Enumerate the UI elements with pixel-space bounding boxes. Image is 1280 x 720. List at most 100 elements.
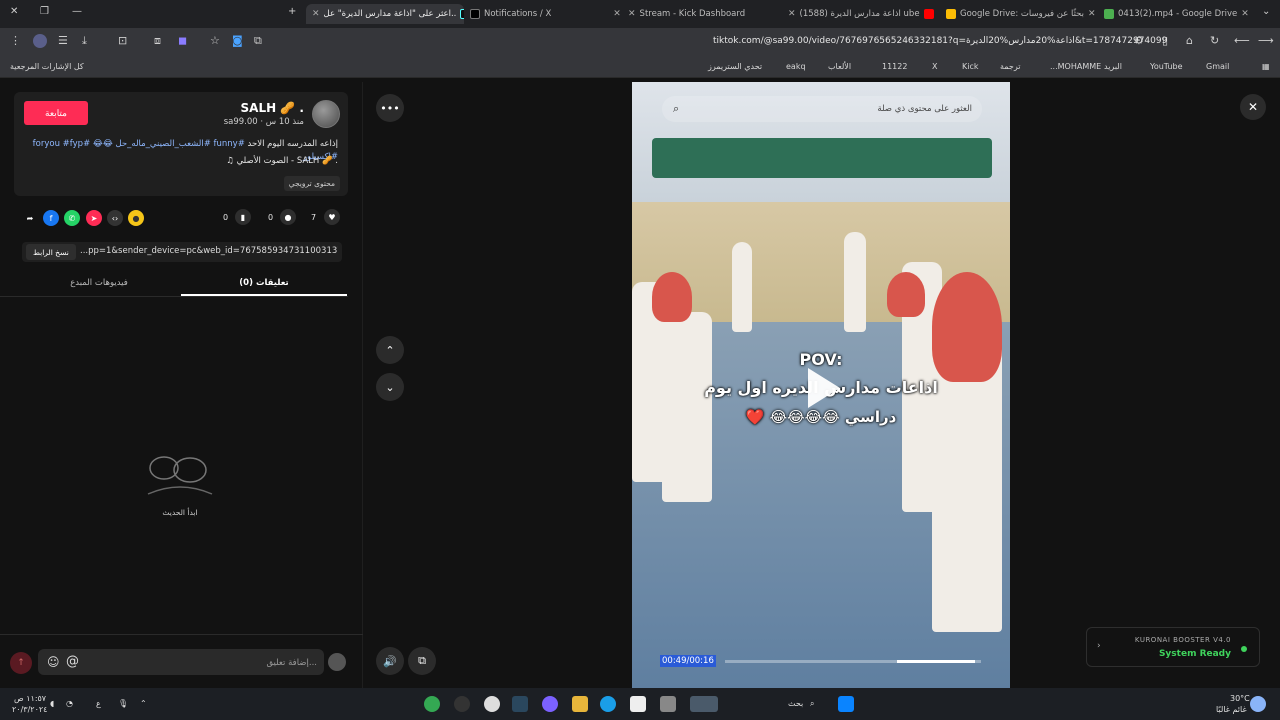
follow-button[interactable]: متابعة (24, 101, 88, 125)
creator-username[interactable]: SALH 🥜 . (241, 101, 304, 115)
forward-icon[interactable]: ⟵ (1234, 35, 1250, 47)
bookmark-gmail[interactable]: Gmail (1206, 62, 1229, 71)
puzzle-extension-icon[interactable]: ⧈ (154, 35, 161, 47)
discord-extension-icon[interactable]: ◼ (178, 35, 187, 47)
window-restore-icon[interactable]: ❐ (40, 6, 49, 17)
tray-chevron-icon[interactable]: ⌃ (140, 699, 147, 708)
emoji-icon[interactable]: ☺ (47, 655, 60, 669)
edge-icon[interactable] (600, 696, 616, 712)
previous-video-button[interactable]: ⌃ (376, 336, 404, 364)
weather-icon[interactable] (1250, 696, 1266, 712)
bookmark-games[interactable]: الألعاب (828, 62, 851, 71)
facebook-icon[interactable]: f (43, 210, 59, 226)
like-icon[interactable]: ♥ (324, 209, 340, 225)
bookmark-eakq[interactable]: eakq (786, 62, 806, 71)
bookmark-youtube[interactable]: YouTube (1150, 62, 1183, 71)
tab-google-drive-video[interactable]: 0413(2).mp4 - Google Drive ✕ (1104, 4, 1254, 24)
search-icon[interactable]: ⌕ (673, 102, 679, 116)
close-tab-icon[interactable]: ✕ (613, 9, 620, 19)
tab-youtube[interactable]: ✕ (1588) اذاعة مدارس الديرة ube (788, 4, 938, 24)
app-icon[interactable] (454, 696, 470, 712)
taskbar-search[interactable]: بحث (788, 699, 803, 708)
whatsapp-icon[interactable]: ✆ (64, 210, 80, 226)
share-link-text[interactable]: ...pp=1&sender_device=pc&web_id=76758593… (80, 246, 338, 256)
close-icon[interactable]: ✕ (1240, 94, 1266, 120)
profile-avatar[interactable] (33, 34, 47, 48)
booster-name: KURONAI BOOSTER V4.0 (1134, 636, 1231, 644)
share-coin-icon[interactable]: ● (128, 210, 144, 226)
tab-search-icon[interactable]: ⌄ (1262, 6, 1270, 17)
speaker-icon[interactable]: ◖ (50, 699, 54, 708)
chevron-right-icon[interactable]: › (1097, 641, 1101, 651)
share-arrow-icon[interactable]: ➦ (22, 210, 38, 226)
discord-icon[interactable] (542, 696, 558, 712)
bookmark-icon[interactable]: ▮ (235, 209, 251, 225)
microphone-icon[interactable]: 🎙 (118, 699, 128, 708)
play-icon[interactable] (808, 368, 840, 408)
more-options-icon[interactable]: ••• (376, 94, 404, 122)
bookmark-11122[interactable]: 11122 (882, 62, 907, 71)
language-indicator[interactable]: ع (96, 699, 101, 708)
wifi-icon[interactable]: ◔ (66, 699, 73, 708)
obs-icon[interactable] (484, 696, 500, 712)
volume-icon[interactable]: 🔊 (376, 647, 404, 675)
settings-sliders-icon[interactable]: ☰ (58, 35, 68, 47)
creator-avatar[interactable] (312, 100, 340, 128)
close-tab-icon[interactable]: ✕ (1241, 9, 1249, 19)
steam-icon[interactable] (512, 696, 528, 712)
download-icon[interactable]: ⤓ (82, 35, 87, 47)
tab-comments[interactable]: تعليقات (0) (181, 278, 347, 288)
clock-date[interactable]: ٢٠/٣/٢٠٢٤ (12, 705, 47, 714)
close-tab-icon[interactable]: ✕ (788, 9, 796, 19)
video-progress-bar[interactable] (725, 660, 981, 663)
address-bar[interactable]: tiktok.com/@sa99.00/video/76769765652463… (713, 36, 1167, 46)
new-tab-icon[interactable]: + (288, 6, 296, 17)
all-bookmarks[interactable]: كل الإشارات المرجعية (10, 62, 84, 71)
share-friends-icon[interactable]: ➤ (86, 210, 102, 226)
copy-link-button[interactable]: نسخ الرابط (26, 244, 76, 260)
tab-kick-dashboard[interactable]: ✕ Stream - Kick Dashboard (628, 4, 778, 24)
tab-x-notifications[interactable]: Notifications / X ✕ (470, 4, 620, 24)
bookmark-kick[interactable]: Kick (962, 62, 979, 71)
window-close-icon[interactable]: ✕ (10, 6, 18, 17)
windows-start-icon[interactable] (838, 696, 854, 712)
tab-google-drive-scan[interactable]: Google Drive: بحثًا عن فيروسات ✕ (946, 4, 1096, 24)
save-count: 0 (223, 213, 229, 222)
extension-icon-active[interactable]: ◙ (232, 35, 243, 47)
bookmark-mail[interactable]: البريد (1104, 62, 1122, 71)
bookmark-mohammed[interactable]: ...MOHAMME (1050, 62, 1101, 71)
close-tab-icon[interactable]: ✕ (312, 9, 320, 19)
taskbar-active-window[interactable] (690, 696, 718, 712)
booster-widget[interactable]: › KURONAI BOOSTER V4.0 System Ready (1086, 627, 1260, 667)
task-view-icon[interactable] (660, 696, 676, 712)
chrome-icon[interactable] (424, 696, 440, 712)
store-icon[interactable] (630, 696, 646, 712)
bookmark-x[interactable]: X (932, 62, 937, 71)
file-explorer-icon[interactable] (572, 696, 588, 712)
bookmark-star-icon[interactable]: ☆ (210, 35, 220, 47)
tab-creator-videos[interactable]: فيديوهات المبدع (16, 278, 182, 288)
send-comment-button[interactable]: ↑ (10, 652, 32, 674)
screenshot-icon[interactable]: ⊡ (118, 35, 127, 47)
apps-grid-icon[interactable]: ▦ (1262, 62, 1270, 71)
home-icon[interactable]: ⌂ (1186, 35, 1193, 47)
reload-icon[interactable]: ↻ (1210, 35, 1219, 47)
window-minimize-icon[interactable]: — (72, 6, 82, 17)
picture-in-picture-icon[interactable]: ⧉ (408, 647, 436, 675)
menu-icon[interactable]: ⋮ (10, 35, 21, 47)
back-icon[interactable]: ⟶ (1258, 35, 1274, 47)
embed-icon[interactable]: ‹› (107, 210, 123, 226)
music-label[interactable]: ♫ الصوت الأصلي - SALH 🥜 . (226, 156, 338, 166)
close-tab-icon[interactable]: ✕ (628, 9, 636, 19)
comment-icon[interactable]: ● (280, 209, 296, 225)
next-video-button[interactable]: ⌄ (376, 373, 404, 401)
extension-icon[interactable]: ⧉ (254, 35, 262, 47)
clock-time[interactable]: ١١:٥٧ ص (14, 694, 46, 703)
bookmark-translate[interactable]: ترجمة (1000, 62, 1021, 71)
close-tab-icon[interactable]: ✕ (1088, 9, 1096, 19)
video-player[interactable]: ⌕ العثور على محتوى ذي صلة POV: اذاعات مد… (632, 82, 1010, 688)
search-icon[interactable]: ⌕ (810, 699, 814, 709)
tab-tiktok-active[interactable]: ✕ اعثر على "اذاعة مدارس الديرة" عل.. (306, 4, 464, 24)
bookmark-streamers-challenge[interactable]: تحدي الستريمرز (708, 62, 762, 71)
mention-icon[interactable]: @ (66, 654, 79, 669)
